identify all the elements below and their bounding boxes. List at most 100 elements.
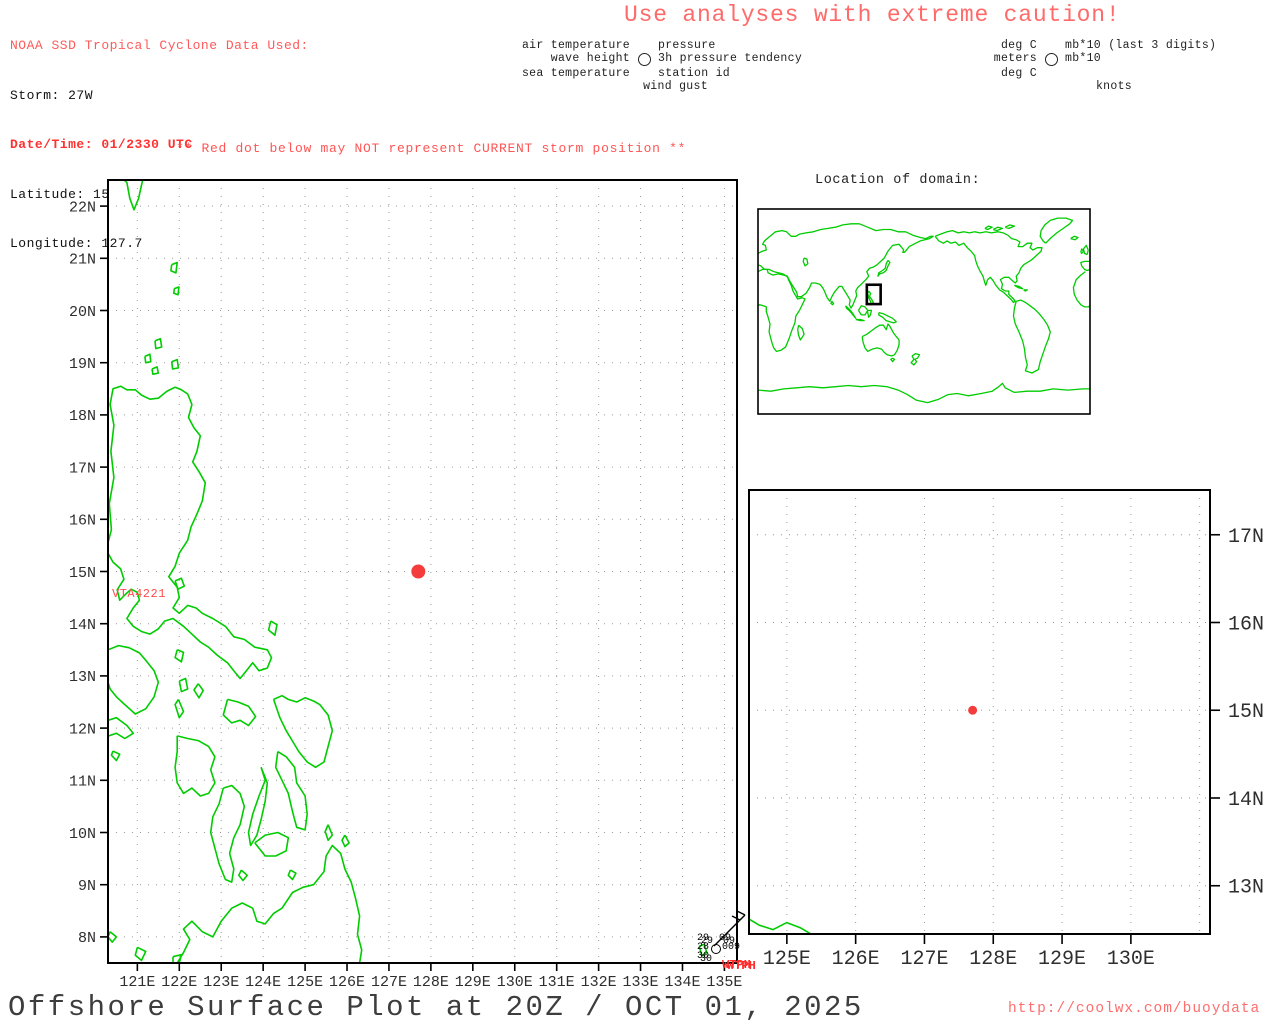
station-tendency: 009 [722, 943, 740, 952]
main-map-content [108, 174, 737, 963]
coastline-path [1014, 300, 1051, 373]
y-tick-label: 17N [69, 460, 96, 477]
coastline-path [135, 947, 145, 960]
plot-canvas: 121E122E123E124E125E126E127E128E129E130E… [0, 0, 1280, 1024]
plot-title: Offshore Surface Plot at 20Z / OCT 01, 2… [8, 991, 864, 1024]
coastline-path [174, 287, 179, 295]
coastline-path [985, 226, 992, 229]
coastline-path [541, 319, 552, 336]
storm-position-dot [411, 565, 425, 579]
y-tick-label: 19N [69, 356, 96, 373]
coastline-path [175, 650, 183, 662]
coastline-path [993, 227, 1002, 230]
y-tick-label: 15N [1228, 701, 1264, 724]
y-tick-label: 20N [69, 304, 96, 321]
y-tick-label: 11N [69, 774, 96, 791]
coastline-path [727, 794, 741, 818]
coastline-path [1071, 236, 1078, 240]
coastline-path [935, 231, 1042, 303]
y-tick-label: 13N [69, 669, 96, 686]
y-tick-label: 16N [1228, 613, 1264, 636]
coastline-path [108, 386, 272, 678]
coastline-path [274, 696, 333, 768]
coastline-path [145, 354, 151, 362]
coastline-path [179, 679, 187, 692]
coastline-path [605, 899, 620, 923]
x-tick-label: 122E [161, 974, 197, 991]
coastline-path [574, 722, 589, 740]
world-inset-content [758, 218, 1090, 403]
x-tick-label: 128E [969, 948, 1017, 971]
coastline-path [269, 621, 277, 635]
coastline-path [758, 269, 805, 351]
coastline-path [249, 767, 268, 845]
y-tick-label: 9N [78, 878, 96, 895]
y-tick-label: 18N [69, 408, 96, 425]
x-tick-label: 127E [371, 974, 407, 991]
coastline-path [567, 191, 577, 209]
coastline-path [859, 306, 868, 315]
y-tick-label: 17N [1228, 526, 1264, 549]
x-tick-label: 128E [413, 974, 449, 991]
coastline-path [288, 870, 296, 879]
coastline-path [1040, 218, 1072, 243]
coastline-path [868, 291, 874, 305]
zoom-inset-content [464, 42, 1280, 1024]
coastline-path [464, 835, 547, 950]
coastline-path [155, 339, 162, 349]
coastline-path [574, 925, 588, 956]
coastline-path [108, 718, 133, 739]
coastline-path [1081, 261, 1090, 270]
coastline-path [111, 751, 119, 760]
offshore-surface-plot-page: { "colors": { "coast_green": "#00cc00", … [0, 0, 1280, 1024]
y-tick-label: 12N [69, 721, 96, 738]
coastline-path [536, 366, 546, 378]
ship-report-label: VTA4221 [112, 587, 166, 601]
x-tick-label: 127E [900, 948, 948, 971]
coastline-path [572, 232, 580, 245]
coastline-path [1073, 272, 1090, 307]
coastline-path [276, 752, 308, 830]
x-tick-label: 125E [287, 974, 323, 991]
x-tick-label: 123E [203, 974, 239, 991]
coastline-path [108, 932, 116, 942]
x-tick-label: 133E [623, 974, 659, 991]
coastline-path [868, 310, 872, 317]
y-tick-label: 8N [78, 930, 96, 947]
coastline-path [798, 325, 804, 340]
coastline-path [862, 324, 899, 356]
coastline-path [574, 842, 588, 862]
storm-position-dot [968, 706, 977, 715]
coastline-path [831, 301, 834, 304]
coastline-path [580, 890, 594, 912]
coastline-path [194, 684, 203, 698]
y-tick-label: 15N [69, 565, 96, 582]
coastline-path [568, 354, 579, 370]
coastline-path [1024, 290, 1028, 291]
coastline-path [464, 42, 523, 103]
coastline-path [342, 835, 349, 847]
coastline-path [856, 320, 864, 321]
coastline-path [803, 258, 808, 266]
x-tick-label: 130E [497, 974, 533, 991]
coastline-path [172, 360, 179, 369]
station-sea-temp: 30 [700, 955, 712, 964]
coastline-path [911, 354, 919, 365]
x-tick-label: 134E [664, 974, 700, 991]
x-tick-label: 130E [1107, 948, 1155, 971]
coastline-path [239, 870, 247, 880]
x-tick-label: 124E [245, 974, 281, 991]
coastline-path [1014, 285, 1022, 288]
coastline-path [255, 833, 288, 857]
coastline-path [152, 367, 158, 374]
coastline-path [1005, 225, 1014, 229]
station-id-label: WTPH [727, 962, 756, 971]
zoom-inset-border [749, 490, 1210, 934]
domain-rectangle [867, 285, 881, 304]
x-tick-label: 135E [706, 974, 742, 991]
y-tick-label: 14N [69, 617, 96, 634]
coastline-path [758, 383, 1090, 402]
y-tick-label: 10N [69, 826, 96, 843]
source-url[interactable]: http://coolwx.com/buoydata [1008, 1001, 1260, 1017]
y-tick-label: 21N [69, 252, 96, 269]
